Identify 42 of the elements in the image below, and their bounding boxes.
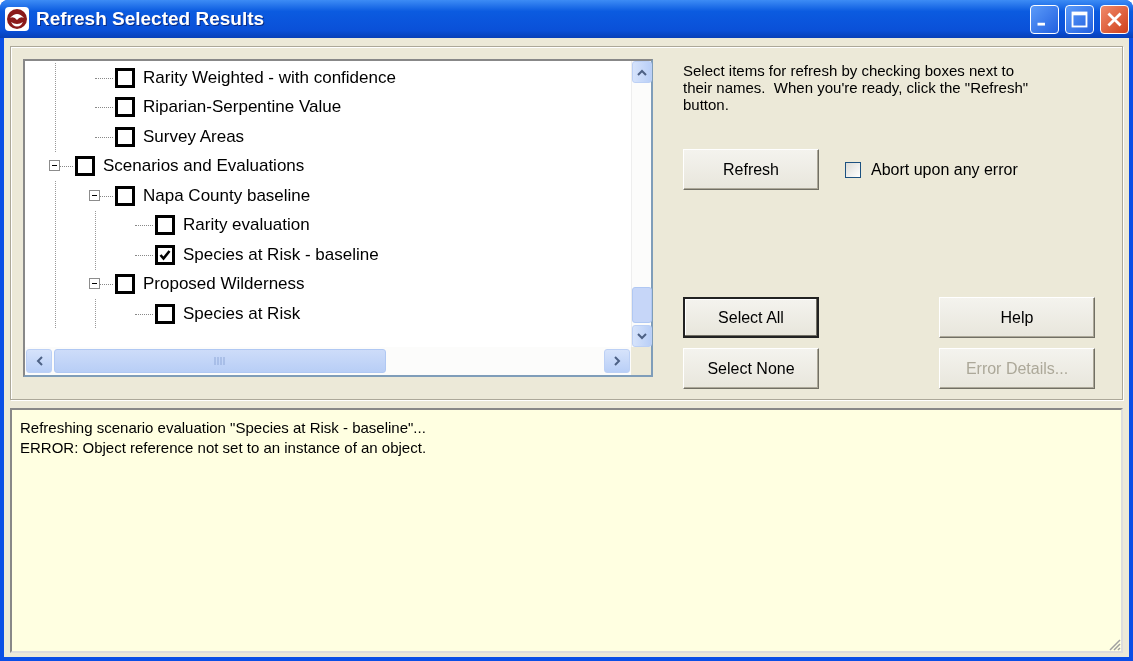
collapse-icon[interactable]: [89, 278, 100, 290]
tree-item[interactable]: Rarity Weighted - with confidence: [141, 66, 398, 89]
tree-item[interactable]: Napa County baseline: [141, 184, 313, 207]
scroll-thumb[interactable]: [632, 287, 652, 323]
horizontal-scrollbar[interactable]: [25, 347, 631, 375]
checkbox[interactable]: [115, 126, 135, 147]
close-button[interactable]: [1100, 4, 1129, 34]
checkbox[interactable]: [155, 244, 175, 265]
checkbox[interactable]: [155, 303, 175, 324]
tree-item[interactable]: Species at Risk - baseline: [181, 243, 381, 266]
tree-item[interactable]: Survey Areas: [141, 125, 247, 148]
checkbox[interactable]: [115, 67, 135, 88]
checkbox[interactable]: [115, 97, 135, 118]
select-all-button[interactable]: Select All: [683, 297, 819, 338]
checkbox[interactable]: [155, 215, 175, 236]
checkbox[interactable]: [75, 156, 95, 177]
checkbox[interactable]: [115, 274, 135, 295]
window-title: Refresh Selected Results: [36, 8, 266, 30]
maximize-button[interactable]: [1065, 4, 1094, 34]
log-line: ERROR: Object reference not set to an instance of an object.: [20, 438, 427, 458]
scrollbar-corner: [631, 347, 651, 375]
tree-item[interactable]: Species at Risk: [181, 302, 303, 325]
select-none-button[interactable]: Select None: [683, 348, 819, 389]
tree-item[interactable]: Rarity evaluation: [181, 214, 312, 237]
tree-item[interactable]: Proposed Wilderness: [141, 273, 307, 296]
grip-icon: [214, 357, 226, 365]
check-icon: [159, 248, 171, 261]
checkbox-label: Abort upon any error: [871, 160, 1018, 179]
collapse-icon[interactable]: [49, 160, 60, 172]
tree-item[interactable]: Scenarios and Evaluations: [101, 155, 307, 178]
resize-grip-icon[interactable]: [1107, 637, 1121, 651]
instructions-text: Select items for refresh by checking boxes next to their names. When you're ready, click the "Refresh" button.: [683, 62, 1030, 113]
collapse-icon[interactable]: [89, 189, 100, 201]
log-line: Refreshing scenario evaluation "Species at Risk - baseline"...: [20, 418, 426, 438]
vertical-scrollbar[interactable]: [631, 61, 651, 347]
help-button[interactable]: Help: [939, 297, 1095, 338]
refresh-button[interactable]: Refresh: [683, 149, 819, 190]
minimize-button[interactable]: [1030, 4, 1059, 34]
tree-item[interactable]: Riparian-Serpentine Value: [141, 96, 344, 119]
checkbox[interactable]: [845, 161, 861, 178]
checkbox[interactable]: [115, 185, 135, 206]
app-icon: [4, 6, 30, 32]
